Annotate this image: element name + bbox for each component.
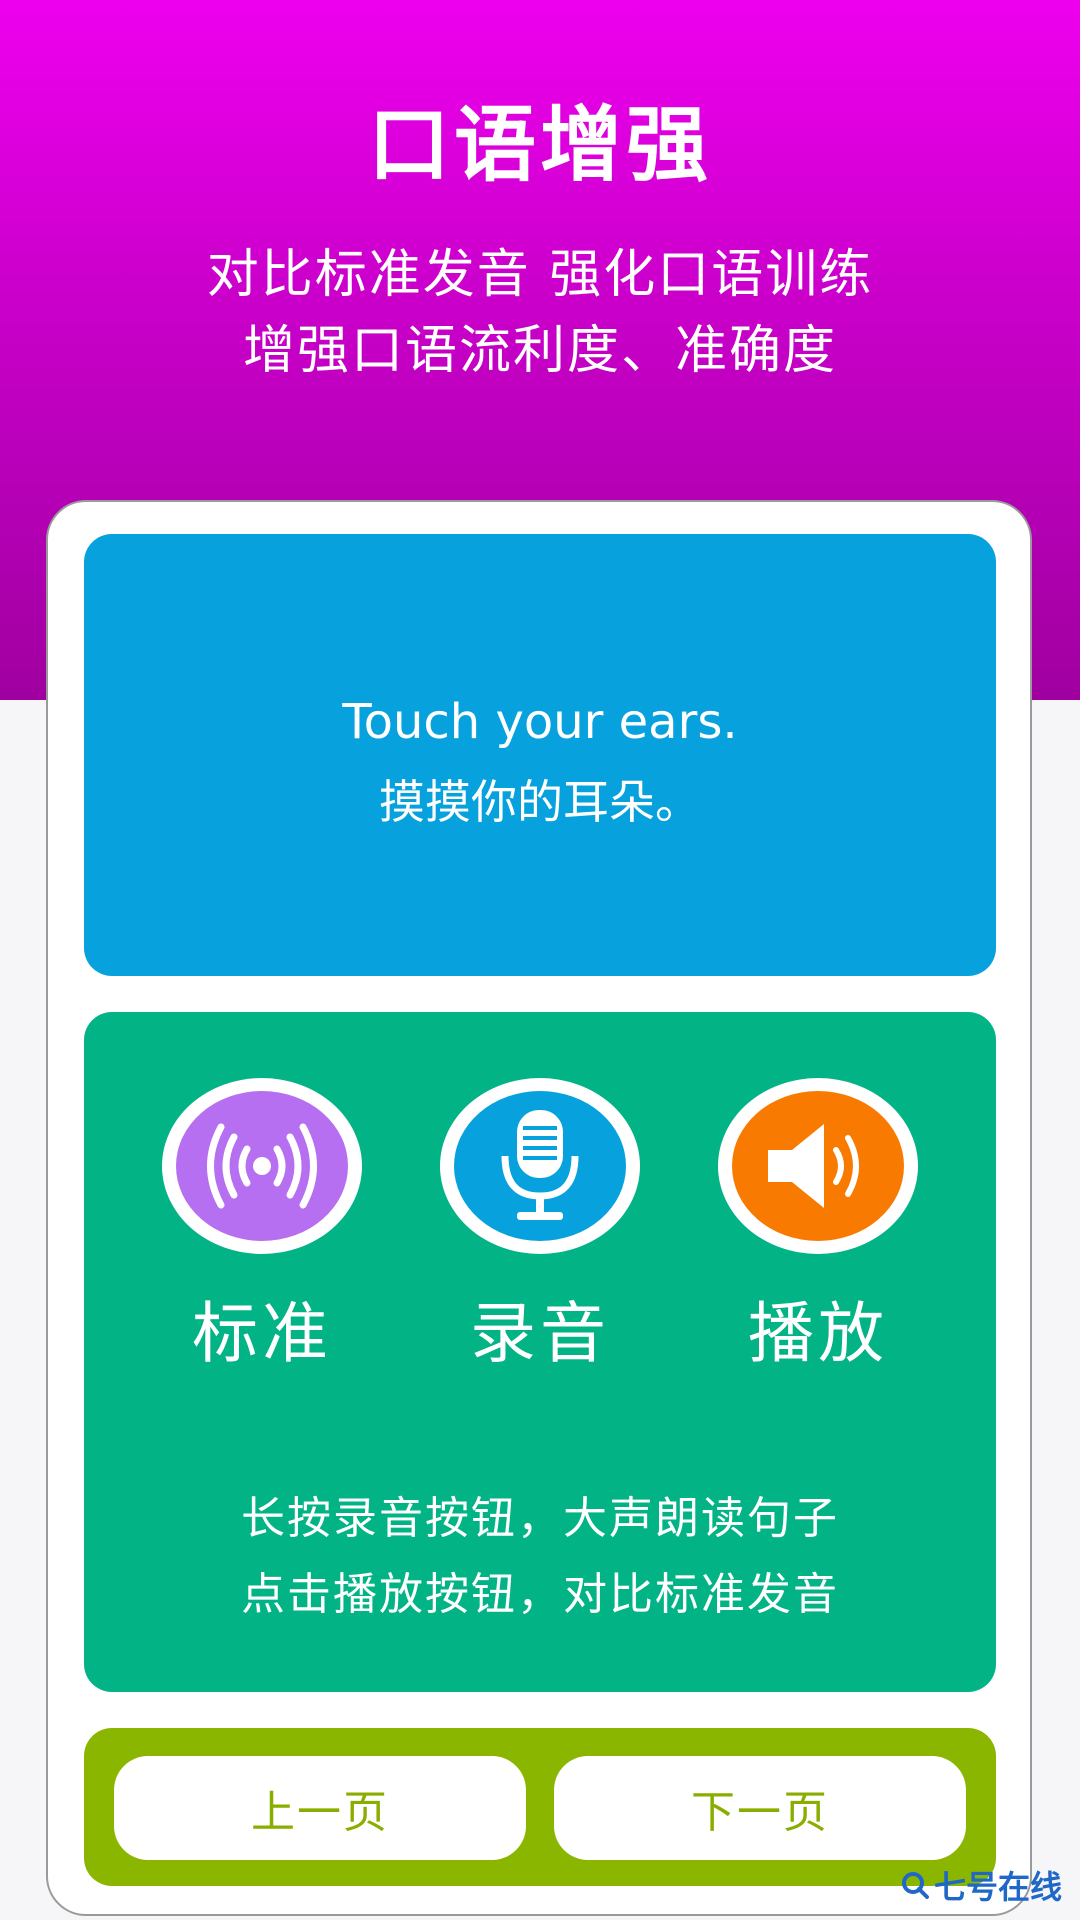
microphone-icon (501, 1110, 579, 1220)
broadcast-icon (207, 1123, 317, 1209)
sentence-english: Touch your ears. (342, 694, 738, 750)
record-button[interactable]: 录音 (440, 1078, 640, 1372)
sentence-panel: Touch your ears. 摸摸你的耳朵。 (84, 534, 996, 976)
hint-line1: 长按录音按钮，大声朗读句子 (241, 1493, 839, 1544)
play-button-circle (732, 1091, 904, 1241)
record-label: 录音 (470, 1295, 610, 1372)
prev-page-button[interactable]: 上一页 (114, 1756, 526, 1860)
nav-panel: 上一页 下一页 (84, 1728, 996, 1886)
sentence-chinese: 摸摸你的耳朵。 (379, 775, 701, 829)
watermark-text: 七号在线 (933, 1868, 1062, 1906)
speaker-icon (768, 1124, 859, 1208)
standard-label: 标准 (192, 1295, 332, 1372)
record-button-ring (440, 1078, 640, 1254)
next-page-button[interactable]: 下一页 (554, 1756, 966, 1860)
subtitle-line2: 增强口语流利度、准确度 (242, 321, 837, 381)
hint-line2: 点击播放按钮，对比标准发音 (241, 1569, 839, 1620)
standard-button-circle (176, 1091, 348, 1241)
control-panel: 标准 录音 播放 长按录音按钮，大声朗读句子 点击播放按钮，对比标准发音 (84, 1012, 996, 1692)
subtitle-line1: 对比标准发音 强化口语训练 (206, 245, 874, 305)
record-button-circle (454, 1091, 626, 1241)
page-title: 口语增强 (367, 98, 712, 193)
play-button[interactable]: 播放 (718, 1078, 918, 1372)
standard-button[interactable]: 标准 (162, 1078, 362, 1372)
magnifier-icon (901, 1872, 929, 1899)
watermark: 七号在线 (900, 1862, 1062, 1908)
play-label: 播放 (748, 1295, 888, 1372)
play-button-ring (718, 1078, 918, 1254)
standard-button-ring (162, 1078, 362, 1254)
